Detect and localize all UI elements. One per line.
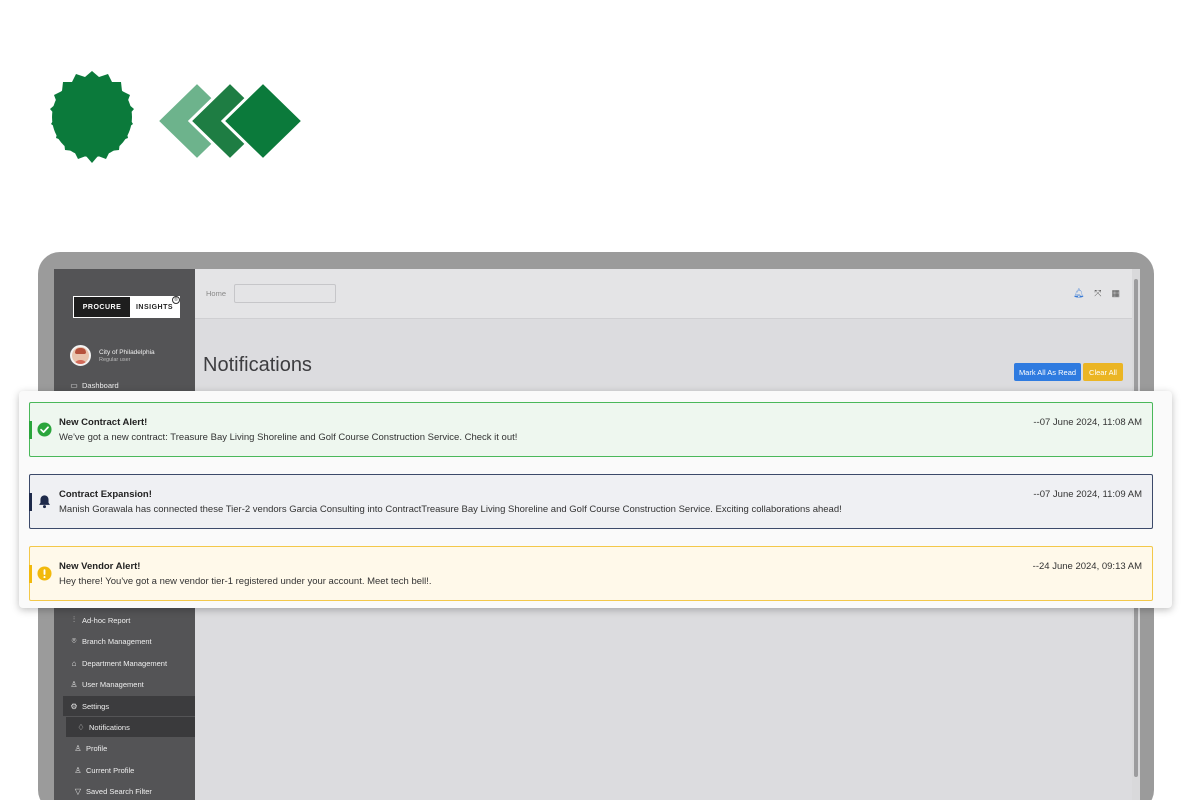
fullscreen-icon[interactable]: ⤧: [1094, 288, 1101, 299]
user-icon: ♙: [74, 765, 82, 775]
mark-all-read-button[interactable]: Mark All As Read: [1014, 363, 1081, 381]
notification-time: --24 June 2024, 09:13 AM: [1032, 561, 1142, 572]
sidebar-item-label: Ad-hoc Report: [82, 615, 131, 625]
top-bar: Home 🔔︎ ⤧ ▦: [195, 269, 1132, 319]
sidebar-item-user-management[interactable]: ♙ User Management: [63, 674, 195, 694]
exclamation-circle-icon: [37, 566, 52, 581]
notification-time: --07 June 2024, 11:08 AM: [1033, 417, 1142, 428]
sidebar-item-settings[interactable]: ⚙ Settings: [63, 696, 195, 716]
breadcrumb-search-input[interactable]: [234, 284, 336, 303]
sidebar-item-label: Saved Search Filter: [86, 786, 152, 796]
user-role: Regular user: [99, 356, 131, 363]
sidebar-item-saved-search-filter[interactable]: ▽ Saved Search Filter: [63, 781, 195, 800]
user-profile[interactable]: City of Philadelphia Regular user: [70, 345, 155, 366]
sidebar-item-label: Settings: [82, 701, 110, 711]
notification-time: --07 June 2024, 11:09 AM: [1033, 489, 1142, 500]
bell-icon[interactable]: 🔔︎: [1073, 288, 1084, 299]
sidebar-item-label: User Management: [82, 679, 144, 689]
accent-bar: [29, 493, 32, 511]
sidebar-item-profile[interactable]: ♙ Profile: [63, 738, 195, 758]
sidebar-item-label: Profile: [86, 743, 108, 753]
bell-icon: ♢: [77, 722, 85, 732]
green-seal-icon: [50, 71, 134, 163]
notification-title: Contract Expansion!: [59, 489, 152, 500]
notification-message: We've got a new contract: Treasure Bay L…: [59, 432, 518, 443]
grid-icon[interactable]: ▦: [1111, 288, 1120, 299]
avatar: [70, 345, 91, 366]
bell-icon: [39, 495, 50, 509]
sliders-icon: ⫶: [73, 615, 75, 624]
sidebar-item-notifications[interactable]: ♢ Notifications: [66, 717, 195, 737]
breadcrumb[interactable]: Home: [206, 289, 226, 298]
sidebar-item-ad-hoc-report[interactable]: ⫶ Ad-hoc Report: [63, 610, 195, 630]
notification-card[interactable]: Contract Expansion! Manish Gorawala has …: [29, 474, 1153, 529]
gear-icon: ⚙: [70, 701, 78, 711]
sidebar-item-department-management[interactable]: ⌂ Department Management: [63, 653, 195, 673]
building-icon: ⌂: [71, 658, 77, 668]
green-diamonds-icon: [155, 80, 305, 162]
map-pin-icon: ⌾: [71, 636, 77, 645]
notification-message: Hey there! You've got a new vendor tier-…: [59, 576, 432, 587]
user-name: City of Philadelphia: [99, 348, 155, 356]
notification-title: New Vendor Alert!: [59, 561, 141, 572]
brand-logo[interactable]: PROCURE INSIGHTS: [73, 296, 180, 318]
sidebar-item-label: Dashboard: [82, 380, 119, 390]
sidebar-item-label: Notifications: [89, 722, 130, 732]
user-icon: ♙: [74, 743, 82, 753]
notifications-panel: New Contract Alert! We've got a new cont…: [19, 391, 1172, 608]
notification-card[interactable]: New Contract Alert! We've got a new cont…: [29, 402, 1153, 457]
user-icon: ♙: [70, 679, 78, 689]
clear-all-button[interactable]: Clear All: [1083, 363, 1123, 381]
sidebar-item-branch-management[interactable]: ⌾ Branch Management: [63, 631, 195, 651]
registered-mark: ®: [172, 296, 180, 304]
notification-message: Manish Gorawala has connected these Tier…: [59, 504, 842, 515]
accent-bar: [29, 565, 32, 583]
sidebar-item-label: Current Profile: [86, 765, 135, 775]
check-circle-icon: [37, 422, 52, 437]
sidebar-item-current-profile[interactable]: ♙ Current Profile: [63, 760, 195, 780]
notification-card[interactable]: New Vendor Alert! Hey there! You've got …: [29, 546, 1153, 601]
sidebar-item-label: Branch Management: [82, 636, 152, 646]
filter-icon: ▽: [74, 786, 82, 796]
sidebar-item-label: Department Management: [82, 658, 168, 668]
monitor-icon: ▭: [70, 380, 78, 390]
page-title: Notifications: [203, 354, 312, 376]
notification-title: New Contract Alert!: [59, 417, 148, 428]
accent-bar: [29, 421, 32, 439]
brand-logo-left: PROCURE: [74, 297, 130, 317]
